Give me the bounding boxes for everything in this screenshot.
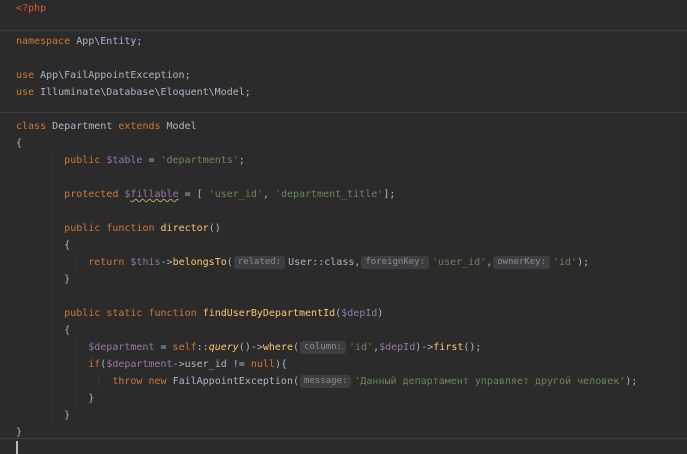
function-keyword: function (148, 308, 197, 319)
public-keyword: public (64, 223, 101, 234)
php-open-tag: <?php (16, 3, 47, 14)
code-line: public function director() (64, 223, 221, 234)
code-line: { (0, 322, 70, 339)
argument-string: 'id' (553, 257, 578, 268)
namespace-name: App\Entity; (70, 36, 143, 47)
method-name: director (160, 223, 209, 234)
public-keyword: public (64, 308, 101, 319)
local-variable: $department (106, 359, 173, 370)
use-keyword: use (16, 70, 35, 81)
namespace-keyword: namespace (16, 36, 71, 47)
property-access: ->user_id (172, 359, 227, 370)
exception-class: FailAppointException (172, 376, 293, 387)
code-line: namespace App\Entity; (0, 33, 142, 50)
parameter-variable: $depId (341, 308, 378, 319)
return-keyword: return (88, 257, 125, 268)
table-property: $table (106, 155, 143, 166)
code-line: } (0, 271, 70, 288)
brace: { (64, 240, 71, 251)
use-import: App\FailAppointException; (34, 70, 191, 81)
parameter-hint: column: (300, 341, 346, 354)
code-line: protected $fillable = [ 'user_id', 'depa… (64, 189, 396, 200)
code-line: throw new FailAppointException(message: '… (112, 375, 638, 388)
code-line: public static function findUserByDepartm… (64, 308, 384, 319)
code-line: } (0, 407, 70, 424)
throw-keyword: throw (112, 376, 143, 387)
brace: } (88, 393, 95, 404)
method-call: where (262, 342, 293, 353)
self-keyword: self (172, 342, 197, 353)
code-line: { (0, 135, 22, 152)
fillable-value: 'user_id' (208, 189, 263, 200)
new-keyword: new (148, 376, 167, 387)
extends-keyword: extends (118, 121, 161, 132)
fillable-value: 'department_title' (274, 189, 384, 200)
table-value: 'departments' (160, 155, 239, 166)
use-keyword: use (16, 87, 35, 98)
protected-keyword: protected (64, 189, 119, 200)
parameter-hint: ownerKey: (493, 256, 550, 269)
method-call: first (433, 342, 464, 353)
parameter-hint: foreignKey: (361, 256, 429, 269)
method-separator (0, 30, 687, 31)
this-variable: $this (130, 257, 161, 268)
argument-string: 'user_id' (432, 257, 487, 268)
parameter-hint: related: (233, 256, 286, 269)
method-name: findUserByDepartmentId (202, 308, 336, 319)
brace: } (16, 427, 23, 438)
fillable-property: fillable (130, 189, 179, 200)
code-line: if($department->user_id != null){ (88, 359, 287, 370)
code-line: use App\FailAppointException; (0, 67, 191, 84)
parameter-variable: $depId (379, 342, 416, 353)
code-line: { (0, 237, 70, 254)
brace: } (64, 410, 71, 421)
null-keyword: null (250, 359, 275, 370)
parent-class-name: Model (160, 121, 197, 132)
class-keyword: class (16, 121, 47, 132)
code-line: } (0, 390, 94, 407)
static-method-call: query (208, 342, 239, 353)
static-keyword: static (106, 308, 143, 319)
argument-string: 'id' (348, 342, 374, 353)
function-keyword: function (106, 223, 155, 234)
method-separator (0, 112, 687, 113)
parameter-hint: message: (300, 375, 352, 388)
brace: { (16, 138, 23, 149)
brace: { (64, 325, 71, 336)
if-keyword: if (88, 359, 101, 370)
message-string: 'Данный департамент управляет другой чел… (354, 376, 626, 387)
use-import: Illuminate\Database\Eloquent\Model; (34, 87, 251, 98)
code-line: } (0, 424, 22, 441)
method-separator (0, 438, 687, 439)
method-call: belongsTo (172, 257, 227, 268)
text-caret (16, 441, 18, 454)
class-name: Department (46, 121, 119, 132)
brace: } (64, 274, 71, 285)
public-keyword: public (64, 155, 101, 166)
code-line: <?php (0, 0, 46, 17)
class-reference: User::class, (288, 257, 361, 268)
code-line: public $table = 'departments'; (64, 155, 245, 166)
code-line: $department = self::query()->where(colum… (88, 341, 482, 354)
code-line: return $this->belongsTo(related: User::cl… (88, 256, 590, 269)
code-line: use Illuminate\Database\Eloquent\Model; (0, 84, 251, 101)
code-line: class Department extends Model (0, 118, 197, 135)
code-editor[interactable]: <?php namespace App\Entity; use App\Fail… (0, 0, 687, 454)
local-variable: $department (88, 342, 155, 353)
